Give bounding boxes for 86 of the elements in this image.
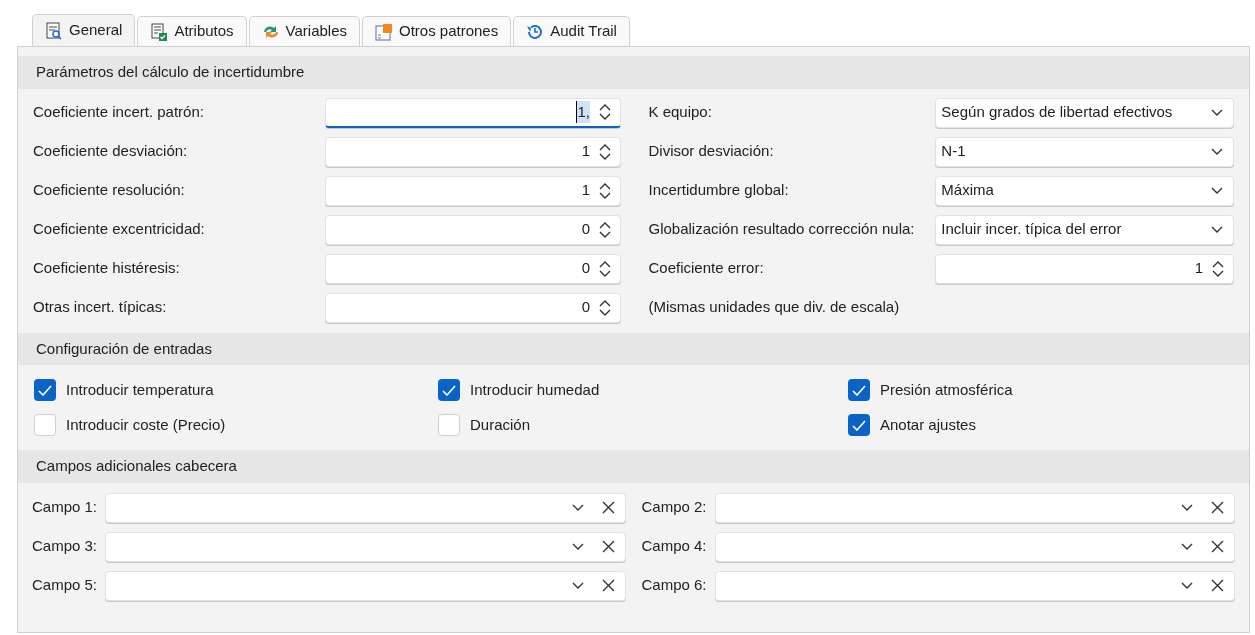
chevron-down-icon xyxy=(1181,542,1193,551)
combo-field[interactable] xyxy=(714,570,1235,601)
field-label: Coeficiente histéresis: xyxy=(33,258,181,279)
combo-field[interactable] xyxy=(105,570,626,601)
dropdown[interactable]: Incluir incer. típica del error xyxy=(935,214,1234,245)
chevron-down-icon xyxy=(1211,108,1223,117)
field-label: Coeficiente excentricidad: xyxy=(33,219,206,240)
field-label: Campo 1: xyxy=(32,497,98,518)
document-icon xyxy=(375,22,393,41)
chevron-down-icon xyxy=(571,503,584,512)
clear-icon[interactable] xyxy=(601,540,615,553)
spinner-arrows-icon[interactable] xyxy=(1211,259,1225,278)
number-field[interactable]: 0 xyxy=(325,253,621,284)
clear-icon[interactable] xyxy=(1211,540,1224,553)
spinner-arrows-icon[interactable] xyxy=(598,298,612,317)
field-label: Coeficiente desviación: xyxy=(33,141,189,162)
field-label: Coeficiente resolución: xyxy=(33,180,186,201)
section-header: Parámetros del cálculo de incertidumbre xyxy=(18,56,1249,89)
checkmark-icon xyxy=(852,419,866,431)
clear-icon[interactable] xyxy=(1211,579,1224,592)
checkmark-icon xyxy=(852,384,866,396)
chevron-down-icon xyxy=(1181,581,1193,590)
dropdown[interactable]: Según grados de libertad efectivos xyxy=(935,97,1234,128)
tab[interactable]: Audit Trail xyxy=(513,16,630,46)
chevron-down-icon xyxy=(1211,186,1223,195)
spinner-arrows-icon[interactable] xyxy=(598,103,612,121)
section-header: Configuración de entradas xyxy=(18,332,1249,365)
spinner-arrows-icon[interactable] xyxy=(598,259,612,278)
chevron-down-icon xyxy=(1211,147,1223,156)
checklist-icon xyxy=(150,22,169,41)
checkmark-icon xyxy=(38,384,52,396)
combo-field[interactable] xyxy=(105,531,626,562)
spinner-arrows-icon[interactable] xyxy=(598,181,612,200)
spinner-arrows-icon[interactable] xyxy=(598,220,612,239)
checkbox-label: Introducir humedad xyxy=(470,379,600,400)
number-field[interactable]: 1 xyxy=(325,175,621,206)
checkbox-label: Introducir temperatura xyxy=(66,379,214,400)
checkbox[interactable] xyxy=(34,414,56,436)
checkbox-label: Introducir coste (Precio) xyxy=(66,414,226,435)
checkmark-icon xyxy=(442,384,456,396)
field-label: Globalización resultado corrección nula: xyxy=(648,219,916,240)
checkbox[interactable] xyxy=(34,379,56,401)
number-field[interactable]: 1, xyxy=(325,97,621,128)
chevron-down-icon xyxy=(1211,225,1223,234)
combo-field[interactable] xyxy=(105,492,626,523)
checkbox[interactable] xyxy=(848,379,870,401)
checkbox-label: Anotar ajustes xyxy=(880,414,976,435)
history-icon xyxy=(526,22,545,41)
combo-field[interactable] xyxy=(714,492,1235,523)
report-icon xyxy=(45,21,63,40)
number-field[interactable]: 1 xyxy=(325,136,621,167)
tab[interactable]: Otros patrones xyxy=(362,16,512,46)
field-label: Coeficiente error: xyxy=(648,258,765,279)
section-header: Campos adicionales cabecera xyxy=(18,450,1249,483)
tab[interactable]: Atributos xyxy=(137,16,247,46)
clear-icon[interactable] xyxy=(601,579,615,592)
checkbox[interactable] xyxy=(848,414,870,436)
field-label: Campo 3: xyxy=(32,536,98,557)
chevron-down-icon xyxy=(571,581,584,590)
field-label: Campo 6: xyxy=(641,575,707,596)
units-note: (Mismas unidades que div. de escala) xyxy=(648,297,900,318)
field-label: Divisor desviación: xyxy=(648,141,775,162)
checkbox-label: Duración xyxy=(470,414,531,435)
field-label: Incertidumbre global: xyxy=(648,180,790,201)
chevron-down-icon xyxy=(1181,503,1193,512)
tab[interactable]: Variables xyxy=(248,16,360,46)
field-label: Otras incert. típicas: xyxy=(33,297,168,318)
number-field[interactable]: 0 xyxy=(325,292,621,323)
number-field[interactable]: 1 xyxy=(935,253,1234,284)
tab[interactable]: General xyxy=(32,14,136,46)
checkbox-label: Presión atmosférica xyxy=(880,379,1013,400)
chevron-down-icon xyxy=(571,542,584,551)
field-label: Campo 4: xyxy=(641,536,707,557)
combo-field[interactable] xyxy=(714,531,1235,562)
field-label: K equipo: xyxy=(648,102,713,123)
clear-icon[interactable] xyxy=(601,501,615,514)
checkbox[interactable] xyxy=(438,379,460,401)
clear-icon[interactable] xyxy=(1211,501,1224,514)
number-field[interactable]: 0 xyxy=(325,214,621,245)
field-label: Campo 5: xyxy=(32,575,98,596)
field-label: Campo 2: xyxy=(641,497,707,518)
dropdown[interactable]: N-1 xyxy=(935,136,1234,167)
checkbox[interactable] xyxy=(438,414,460,436)
dropdown[interactable]: Máxima xyxy=(935,175,1234,206)
spinner-arrows-icon[interactable] xyxy=(598,142,612,161)
field-label: Coeficiente incert. patrón: xyxy=(33,102,205,123)
